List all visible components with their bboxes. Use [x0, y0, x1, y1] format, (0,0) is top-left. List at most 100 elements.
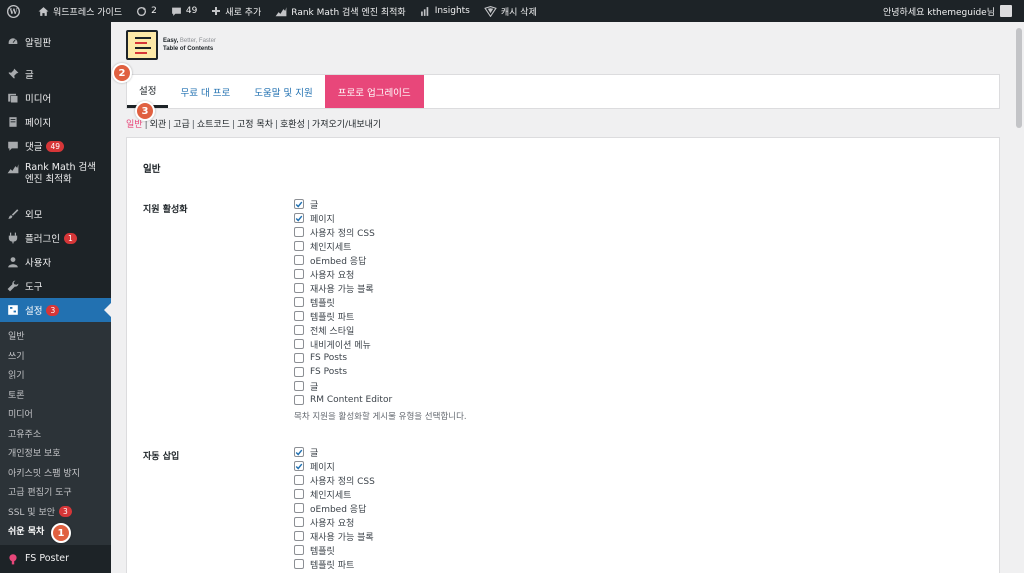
checkbox-checked[interactable] [294, 199, 304, 209]
option-row[interactable]: 사용자 요청 [294, 515, 375, 529]
menu-posts[interactable]: 글 [0, 62, 111, 86]
account-menu[interactable]: 안녕하세요 kthemeguide님 [883, 5, 1024, 18]
checkbox[interactable] [294, 367, 304, 377]
option-row[interactable]: 페이지 [294, 211, 467, 225]
subnav-advanced[interactable]: 고급 [173, 120, 190, 130]
menu-pages[interactable]: 페이지 [0, 110, 111, 134]
option-row[interactable]: 글 [294, 379, 467, 393]
menu-users[interactable]: 사용자 [0, 250, 111, 274]
menu-media[interactable]: 미디어 [0, 86, 111, 110]
checkmark-icon [295, 215, 303, 222]
comments-link[interactable]: 49 [164, 0, 204, 22]
checkbox[interactable] [294, 503, 304, 513]
option-row[interactable]: FS Posts [294, 351, 467, 365]
new-content-link[interactable]: 새로 추가 [204, 0, 268, 22]
wp-logo-button[interactable]: W [0, 0, 31, 22]
checkbox[interactable] [294, 381, 304, 391]
option-row[interactable]: 템플릿 파트 [294, 309, 467, 323]
checkbox[interactable] [294, 241, 304, 251]
page-scrollbar[interactable] [1014, 22, 1024, 573]
checkbox[interactable] [294, 297, 304, 307]
option-row[interactable]: 재사용 가능 블록 [294, 529, 375, 543]
checkbox[interactable] [294, 475, 304, 485]
checkbox[interactable] [294, 283, 304, 293]
menu-fs-poster[interactable]: FS Poster [0, 545, 111, 573]
option-row[interactable]: 내비게이션 메뉴 [294, 337, 467, 351]
subnav-shortcode[interactable]: 쇼트코드 [197, 120, 230, 130]
submenu-label: 고유주소 [8, 429, 42, 440]
option-row[interactable]: 사용자 정의 CSS [294, 473, 375, 487]
submenu-permalinks[interactable]: 고유주소 [0, 424, 111, 444]
option-row[interactable]: 체인지세트 [294, 239, 467, 253]
option-row[interactable]: 템플릿 파트 [294, 557, 375, 571]
checkbox[interactable] [294, 311, 304, 321]
menu-rankmath[interactable]: Rank Math 검색 엔진 최적화 [0, 158, 111, 194]
support-options: 글 페이지 사용자 정의 CSS 체인지세트 oEmbed 응답 사용자 요청 재사용 가능… [294, 197, 467, 422]
checkbox-checked[interactable] [294, 213, 304, 223]
site-name-link[interactable]: 워드프레스 가이드 [31, 0, 129, 22]
option-row[interactable]: RM Content Editor [294, 393, 467, 407]
subnav-import-export[interactable]: 가져오기/내보내기 [312, 120, 381, 130]
submenu-akismet[interactable]: 아키스밋 스팸 방지 [0, 463, 111, 483]
cache-clear-link[interactable]: 캐시 삭제 [477, 0, 544, 22]
checkbox[interactable] [294, 395, 304, 405]
option-row[interactable]: 글 [294, 445, 375, 459]
menu-plugins[interactable]: 플러그인 1 [0, 226, 111, 250]
menu-tools[interactable]: 도구 [0, 274, 111, 298]
rankmath-link[interactable]: Rank Math 검색 엔진 최적화 [268, 0, 412, 22]
menu-comments[interactable]: 댓글 49 [0, 134, 111, 158]
updates-link[interactable]: 2 [129, 0, 164, 22]
checkbox-checked[interactable] [294, 461, 304, 471]
checkbox[interactable] [294, 227, 304, 237]
option-row[interactable]: 템플릿 [294, 543, 375, 557]
subnav-compatibility[interactable]: 호환성 [280, 120, 305, 130]
option-row[interactable]: 사용자 요청 [294, 267, 467, 281]
checkbox[interactable] [294, 353, 304, 363]
scrollbar-thumb[interactable] [1016, 28, 1022, 128]
subnav-appearance[interactable]: 외관 [150, 120, 167, 130]
submenu-label: 개인정보 보호 [8, 449, 61, 460]
submenu-ssl[interactable]: SSL 및 보안 3 [0, 502, 111, 522]
menu-settings[interactable]: 설정 3 [0, 298, 111, 322]
checkbox[interactable] [294, 559, 304, 569]
tab-free-vs-pro[interactable]: 무료 대 프로 [168, 75, 242, 108]
option-row[interactable]: oEmbed 응답 [294, 501, 375, 515]
option-row[interactable]: 페이지 [294, 459, 375, 473]
insights-label: Insights [434, 6, 470, 16]
submenu-privacy[interactable]: 개인정보 보호 [0, 443, 111, 463]
option-row[interactable]: 글 [294, 197, 467, 211]
fs-poster-icon [6, 552, 19, 565]
option-row[interactable]: 재사용 가능 블록 [294, 281, 467, 295]
checkbox[interactable] [294, 517, 304, 527]
option-row[interactable]: 사용자 정의 CSS [294, 225, 467, 239]
submenu-media[interactable]: 미디어 [0, 404, 111, 424]
checkbox[interactable] [294, 545, 304, 555]
submenu-reading[interactable]: 읽기 [0, 365, 111, 385]
checkbox[interactable] [294, 531, 304, 541]
checkbox[interactable] [294, 325, 304, 335]
settings-icon [6, 304, 19, 317]
submenu-general[interactable]: 일반 [0, 326, 111, 346]
option-row[interactable]: 체인지세트 [294, 487, 375, 501]
tab-help-support[interactable]: 도움말 및 지원 [242, 75, 324, 108]
subnav-general[interactable]: 일반 [126, 120, 143, 130]
insights-link[interactable]: Insights [413, 0, 477, 22]
checkbox[interactable] [294, 339, 304, 349]
checkbox[interactable] [294, 489, 304, 499]
comment-bubble-icon [171, 7, 181, 16]
menu-appearance[interactable]: 외모 [0, 202, 111, 226]
submenu-discussion[interactable]: 토론 [0, 385, 111, 405]
submenu-advanced-editor[interactable]: 고급 편집기 도구 [0, 482, 111, 502]
option-row[interactable]: oEmbed 응답 [294, 253, 467, 267]
checkbox-checked[interactable] [294, 447, 304, 457]
tab-upgrade-pro[interactable]: 프로로 업그레이드 [324, 75, 424, 108]
option-row[interactable]: 템플릿 [294, 295, 467, 309]
comments-badge: 49 [46, 140, 65, 152]
option-row[interactable]: 전체 스타일 [294, 323, 467, 337]
submenu-writing[interactable]: 쓰기 [0, 346, 111, 366]
checkbox[interactable] [294, 269, 304, 279]
option-row[interactable]: FS Posts [294, 365, 467, 379]
menu-dashboard[interactable]: 알림판 [0, 30, 111, 54]
subnav-sticky-toc[interactable]: 고정 목차 [237, 120, 273, 130]
checkbox[interactable] [294, 255, 304, 265]
